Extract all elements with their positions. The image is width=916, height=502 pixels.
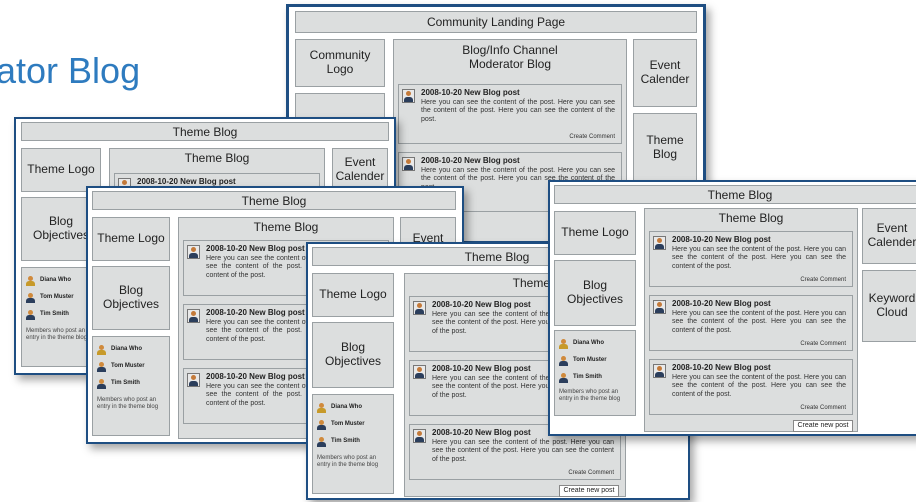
member-name: Tim Smith — [40, 311, 69, 317]
keyword-cloud: Keyword Cloud — [862, 270, 916, 342]
theme-title: Theme Blog — [92, 191, 456, 210]
create-new-post-button[interactable]: Create new post — [559, 485, 619, 497]
member-name: Diana Who — [573, 340, 604, 346]
author-avatar-icon — [413, 429, 426, 443]
slide-heading: ator Blog — [0, 50, 141, 91]
member-name: Tom Muster — [111, 363, 145, 369]
member-icon — [317, 420, 326, 431]
author-avatar-icon — [653, 364, 666, 378]
author-avatar-icon — [402, 89, 415, 103]
theme-logo: Theme Logo — [92, 217, 170, 261]
author-avatar-icon — [413, 365, 426, 379]
members-box: Diana Who Tom Muster Tim Smith Members w… — [554, 330, 636, 416]
post-body: Here you can see the content of the post… — [432, 439, 614, 463]
blog-objectives: Blog Objectives — [554, 260, 636, 326]
member-icon — [26, 293, 35, 304]
community-title: Community Landing Page — [295, 11, 697, 33]
members-box: Diana Who Tom Muster Tim Smith Members w… — [312, 394, 394, 494]
member-name: Tom Muster — [331, 421, 365, 427]
theme-blog-heading: Theme Blog — [253, 220, 319, 234]
community-logo: Community Logo — [295, 39, 385, 87]
create-comment-link[interactable]: Create Comment — [800, 405, 846, 411]
member-name: Tim Smith — [111, 380, 140, 386]
theme-blog-heading: Theme Blog — [718, 211, 784, 225]
post-title: 2008-10-20 New Blog post — [672, 363, 771, 372]
theme-post-3: 2008-10-20 New Blog post Here you can se… — [649, 359, 853, 415]
post-title: 2008-10-20 New Blog post — [137, 177, 236, 186]
author-avatar-icon — [187, 245, 200, 259]
member-icon — [97, 345, 106, 356]
member-icon — [317, 403, 326, 414]
member-name: Tom Muster — [573, 357, 607, 363]
event-calendar: Event Calender — [862, 208, 916, 264]
member-icon — [559, 373, 568, 384]
post-title: 2008-10-20 New Blog post — [206, 372, 305, 381]
post-body: Here you can see the content of the post… — [421, 99, 615, 123]
member-icon — [559, 356, 568, 367]
blog-objectives: Blog Objectives — [92, 266, 170, 330]
moderator-post-1: 2008-10-20 New Blog post Here you can se… — [398, 84, 622, 144]
member-icon — [97, 379, 106, 390]
create-new-post-button[interactable]: Create new post — [793, 420, 853, 432]
author-avatar-icon — [653, 300, 666, 314]
create-comment-link[interactable]: Create Comment — [800, 277, 846, 283]
member-icon — [317, 437, 326, 448]
member-icon — [559, 339, 568, 350]
member-name: Diana Who — [111, 346, 142, 352]
author-avatar-icon — [413, 301, 426, 315]
members-note: Members who post an entry in the theme b… — [559, 389, 621, 403]
members-note: Members who post an entry in the theme b… — [317, 455, 379, 469]
post-title: 2008-10-20 New Blog post — [672, 299, 771, 308]
member-name: Diana Who — [331, 404, 362, 410]
author-avatar-icon — [402, 157, 415, 171]
theme-blog-wireframe-4: Theme Blog Theme Logo Blog Objectives Di… — [548, 180, 916, 436]
post-title: 2008-10-20 New Blog post — [672, 235, 771, 244]
post-title: 2008-10-20 New Blog post — [206, 308, 305, 317]
theme-post-1: 2008-10-20 New Blog post Here you can se… — [649, 231, 853, 287]
member-name: Tim Smith — [331, 438, 360, 444]
post-title: 2008-10-20 New Blog post — [432, 300, 531, 309]
member-icon — [26, 310, 35, 321]
author-avatar-icon — [187, 309, 200, 323]
author-avatar-icon — [653, 236, 666, 250]
member-icon — [26, 276, 35, 287]
post-title: 2008-10-20 New Blog post — [421, 88, 520, 97]
create-comment-link[interactable]: Create Comment — [569, 134, 615, 140]
post-title: 2008-10-20 New Blog post — [421, 156, 520, 165]
theme-blog-column: Theme Blog 2008-10-20 New Blog post Here… — [644, 208, 858, 432]
member-icon — [97, 362, 106, 373]
post-body: Here you can see the content of the post… — [672, 374, 846, 398]
members-note: Members who post an entry in the theme b… — [97, 397, 159, 411]
post-title: 2008-10-20 New Blog post — [206, 244, 305, 253]
post-title: 2008-10-20 New Blog post — [432, 428, 531, 437]
theme-blog-heading: Theme Blog — [184, 151, 250, 165]
author-avatar-icon — [187, 373, 200, 387]
members-box: Diana Who Tom Muster Tim Smith Members w… — [92, 336, 170, 436]
post-body: Here you can see the content of the post… — [672, 310, 846, 334]
create-comment-link[interactable]: Create Comment — [800, 341, 846, 347]
theme-logo: Theme Logo — [554, 211, 636, 255]
member-name: Tim Smith — [573, 374, 602, 380]
post-title: 2008-10-20 New Blog post — [432, 364, 531, 373]
moderator-blog-heading: Blog/Info Channel Moderator Blog — [462, 43, 558, 71]
post-body: Here you can see the content of the post… — [672, 246, 846, 270]
theme-title: Theme Blog — [21, 122, 389, 141]
theme-logo: Theme Logo — [312, 273, 394, 317]
theme-post-2: 2008-10-20 New Blog post Here you can se… — [649, 295, 853, 351]
member-name: Diana Who — [40, 277, 71, 283]
theme-title: Theme Blog — [554, 185, 916, 204]
member-name: Tom Muster — [40, 294, 74, 300]
create-comment-link[interactable]: Create Comment — [568, 470, 614, 476]
community-event-calendar: Event Calender — [633, 39, 697, 107]
community-theme-blog: Theme Blog — [633, 113, 697, 183]
blog-objectives: Blog Objectives — [312, 322, 394, 388]
